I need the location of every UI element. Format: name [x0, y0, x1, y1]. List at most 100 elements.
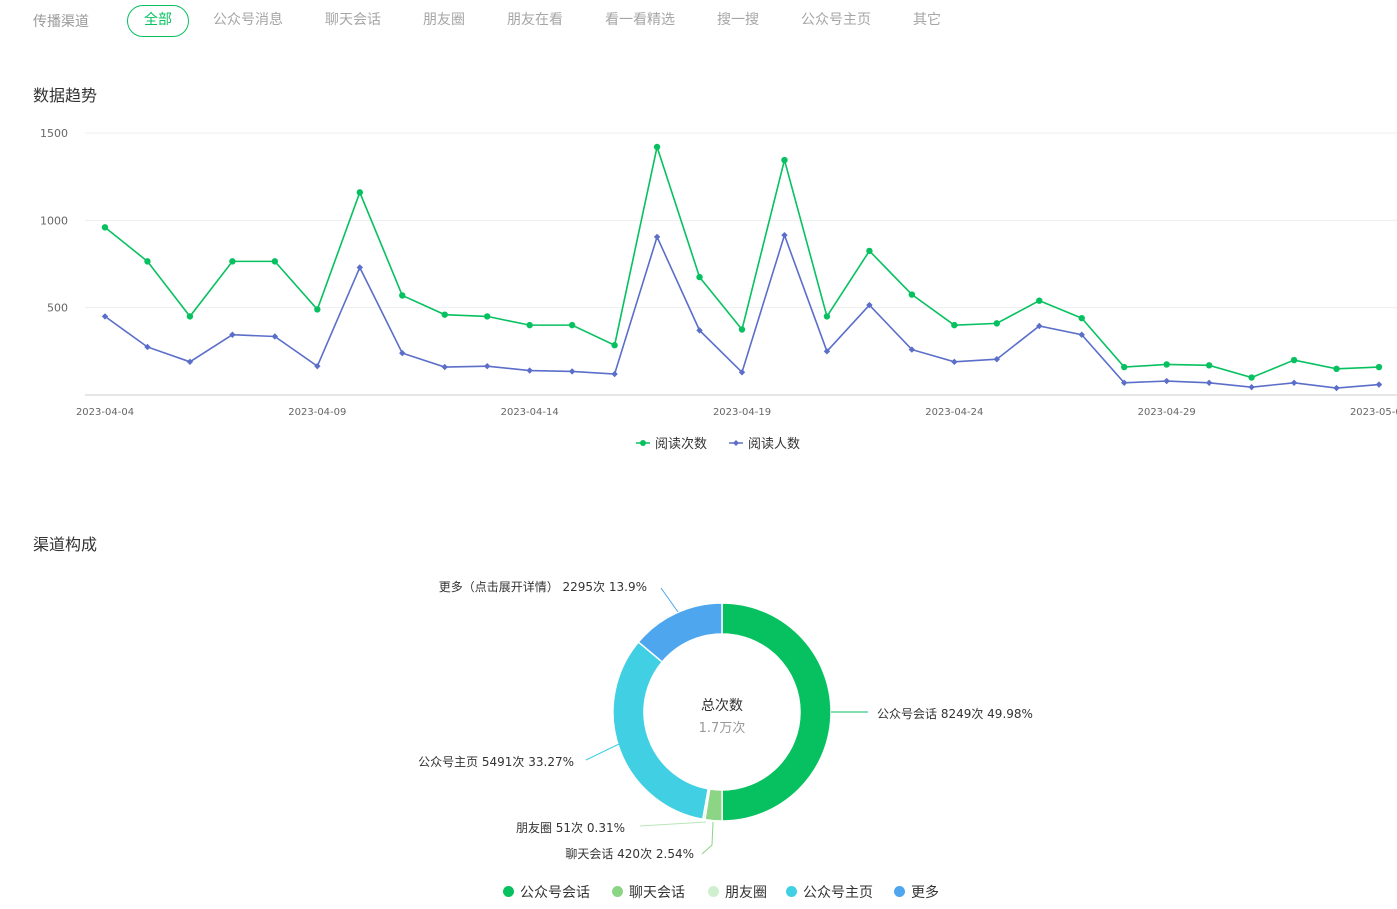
tab-all[interactable]: 全部	[127, 5, 189, 37]
data-point	[738, 326, 746, 333]
data-point	[101, 224, 109, 231]
channel-donut-chart: 总次数 1.7万次 公众号会话 8249次 49.98% 聊天会话 420次 2.54…	[418, 579, 1033, 861]
data-point	[1163, 361, 1170, 368]
slice-label: 公众号主页 5491次 33.27%	[418, 755, 574, 769]
data-point	[1333, 384, 1340, 392]
x-tick-label: 2023-04-24	[925, 407, 983, 418]
data-point	[781, 156, 788, 164]
data-point	[314, 306, 321, 313]
legend-marker	[733, 440, 739, 446]
slice-label: 聊天会话 420次 2.54%	[565, 847, 694, 861]
data-point	[229, 258, 236, 265]
data-point	[356, 189, 363, 196]
data-point	[866, 247, 873, 255]
data-point	[908, 291, 916, 298]
legend-label: 朋友圈	[725, 885, 767, 901]
data-point	[526, 367, 533, 374]
tab-chat-session[interactable]: 聊天会话	[325, 5, 381, 35]
x-tick-label: 2023-04-19	[713, 407, 771, 418]
donut-legend-item[interactable]: 公众号会话	[503, 882, 590, 902]
donut-center-title: 总次数	[701, 698, 743, 714]
tab-top-stories[interactable]: 看一看精选	[605, 5, 675, 35]
data-point	[653, 143, 661, 151]
donut-legend-item[interactable]: 朋友圈	[708, 882, 767, 902]
tab-homepage[interactable]: 公众号主页	[801, 5, 871, 35]
slice-label: 朋友圈 51次 0.31%	[516, 821, 625, 835]
data-point	[399, 349, 406, 357]
data-point	[1290, 379, 1298, 386]
leader-line	[701, 821, 714, 855]
tab-moments[interactable]: 朋友圈	[423, 5, 465, 35]
leader-line	[639, 821, 707, 827]
data-point	[1375, 363, 1383, 371]
data-point	[441, 311, 448, 318]
donut-legend-item[interactable]: 更多	[894, 882, 939, 902]
legend-item-readers[interactable]: 阅读人数	[729, 437, 800, 452]
legend-dot-icon	[708, 885, 719, 897]
data-point	[484, 313, 491, 320]
tab-other[interactable]: 其它	[913, 5, 941, 35]
legend-item-reads[interactable]: 阅读次数	[636, 436, 707, 452]
data-point	[186, 313, 194, 320]
legend-label: 阅读人数	[748, 437, 800, 452]
legend-label: 更多	[911, 885, 939, 901]
data-point	[1333, 365, 1340, 372]
data-point	[1375, 381, 1383, 388]
y-tick-label: 500	[47, 302, 68, 315]
slice-label: 公众号会话 8249次 49.98%	[877, 707, 1033, 721]
x-tick-label: 2023-04-04	[76, 407, 134, 418]
donut-legend: 公众号会话 聊天会话 朋友圈 公众号主页 更多	[0, 882, 1397, 902]
data-point	[526, 321, 533, 329]
legend-label: 公众号会话	[520, 885, 590, 901]
leader-line	[585, 743, 620, 761]
y-tick-label: 1500	[40, 127, 68, 140]
data-point	[144, 258, 151, 265]
data-point	[823, 313, 831, 320]
data-point	[399, 292, 406, 299]
data-point	[1205, 362, 1213, 369]
data-point	[568, 368, 576, 375]
donut-slice[interactable]	[637, 602, 723, 663]
data-point	[271, 258, 279, 265]
data-point	[653, 233, 661, 241]
legend-label: 阅读次数	[655, 436, 707, 452]
data-point	[1078, 314, 1085, 322]
data-point	[611, 342, 618, 349]
data-point	[441, 363, 448, 371]
donut-slice[interactable]	[612, 640, 710, 821]
donut-legend-item[interactable]: 聊天会话	[612, 882, 685, 902]
data-point	[484, 362, 491, 370]
data-point	[993, 320, 1000, 327]
slice-label: 更多（点击展开详情） 2295次 13.9%	[439, 579, 647, 594]
trend-title: 数据趋势	[33, 86, 98, 105]
legend-dot-icon	[786, 885, 797, 897]
series-line-reads	[104, 143, 1380, 379]
data-point	[1205, 379, 1213, 386]
leader-line	[660, 587, 679, 613]
data-point	[1121, 363, 1128, 371]
trend-line-chart: 500 1000 1500 2023-04-04 2023-04-09 2023-04-1…	[40, 127, 1397, 452]
tab-friends-watching[interactable]: 朋友在看	[507, 5, 563, 35]
tab-search[interactable]: 搜一搜	[717, 5, 759, 35]
legend-dot-icon	[612, 885, 623, 897]
composition-title: 渠道构成	[33, 535, 98, 554]
legend-marker	[640, 440, 646, 446]
legend-dot-icon	[894, 885, 905, 897]
data-point	[951, 321, 958, 329]
donut-center-value: 1.7万次	[699, 720, 746, 736]
legend-dot-icon	[503, 885, 514, 897]
data-point	[951, 358, 958, 366]
tab-official-account-message[interactable]: 公众号消息	[213, 5, 283, 35]
donut-legend-item[interactable]: 公众号主页	[786, 882, 873, 902]
data-point	[1248, 383, 1255, 391]
x-tick-label: 2023-04-29	[1138, 407, 1196, 418]
legend-label: 公众号主页	[803, 885, 873, 901]
data-point	[356, 264, 363, 271]
data-point	[1248, 374, 1255, 381]
data-point	[696, 273, 703, 281]
data-point	[1163, 377, 1170, 385]
y-tick-label: 1000	[40, 214, 68, 227]
data-point	[1036, 297, 1043, 304]
filter-label: 传播渠道	[33, 14, 89, 30]
data-point	[611, 370, 618, 378]
